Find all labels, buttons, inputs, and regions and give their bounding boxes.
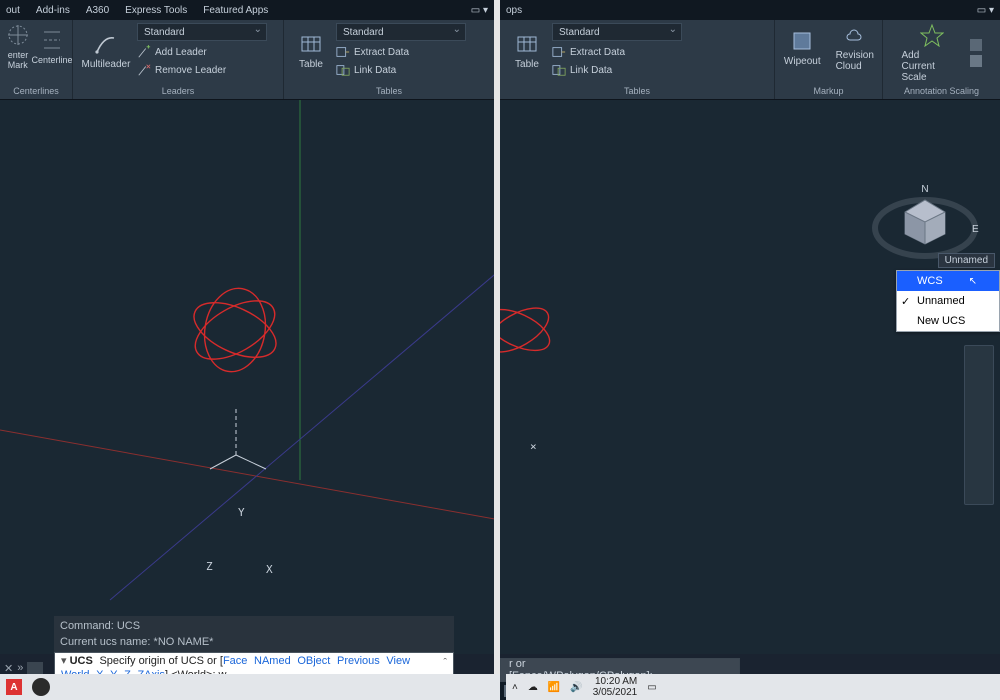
ribbon-tabstrip-left: out Add-ins A360 Express Tools Featured … [0,0,494,20]
ucs-menu: Unnamed WCS ↖ ✓ Unnamed New UCS [896,270,1000,332]
axis-y-label: Y [238,506,245,519]
navigation-bar[interactable] [964,345,994,505]
table-button-left[interactable]: Table [290,32,332,70]
cursor-icon: ↖ [969,276,977,287]
ribbon-left: enterMark Centerline Centerlines Multile… [0,20,494,100]
link-data-button-left[interactable]: Link Data [336,62,466,78]
drawing-canvas-left[interactable]: X Y Z [0,100,494,654]
centerline-button[interactable]: Centerline [34,28,70,65]
tray-up-icon[interactable]: ˄ [512,682,518,693]
command-history: Command: UCS Current ucs name: *NO NAME* [54,616,454,652]
axis-x-label: X [266,563,273,576]
ucs-menu-newucs[interactable]: New UCS [897,311,999,331]
panel-tables-title-right: Tables [506,84,768,99]
panel-annotation-scaling-title: Annotation Scaling [889,84,994,99]
leader-style-dropdown[interactable]: Standard [137,23,267,41]
clock-time[interactable]: 10:20 AM [595,676,637,687]
extract-data-button-right[interactable]: Extract Data [552,44,682,60]
panel-tables-title-left: Tables [290,84,488,99]
tab-a360[interactable]: A360 [86,5,109,16]
ucs-menu-wcs[interactable]: WCS ↖ [897,271,999,291]
ucs-menu-unnamed[interactable]: ✓ Unnamed [897,291,999,311]
clock-date: 3/05/2021 [593,687,638,698]
tab-addins[interactable]: Add-ins [36,5,70,16]
autocad-app-icon[interactable]: A [6,679,22,695]
extract-data-button-left[interactable]: Extract Data [336,44,466,60]
obs-app-icon[interactable] [32,678,50,696]
table-button-right[interactable]: Table [506,32,548,70]
ribbon-right: Table Standard Extract Data Link Data [500,20,1000,100]
tray-volume-icon[interactable]: 🔊 [570,682,582,693]
tab-featured[interactable]: Featured Apps [203,5,268,16]
svg-text:E: E [972,224,979,235]
remove-leader-button[interactable]: Remove Leader [137,62,267,78]
revision-cloud-button[interactable]: Revision Cloud [834,23,877,72]
add-leader-button[interactable]: Add Leader [137,44,267,60]
tab-express[interactable]: Express Tools [125,5,187,16]
table-style-dropdown-left[interactable]: Standard [336,23,466,41]
center-mark-button[interactable]: enterMark [6,23,30,70]
tray-network-icon[interactable]: 📶 [548,682,560,693]
tab-out[interactable]: out [6,5,20,16]
windows-taskbar-right: ˄ ☁ 📶 🔊 10:20 AM 3/05/2021 ▭ [506,674,1000,700]
add-current-scale-button[interactable]: Add Current Scale [902,23,962,83]
tab-panel-collapse-icon[interactable]: ▭ ▾ [471,5,488,16]
ribbon-tabstrip-right: ops ▭ ▾ [500,0,1000,20]
ucs-menu-tag[interactable]: Unnamed [938,253,995,268]
scale-sync-icon[interactable] [970,55,982,67]
check-icon: ✓ [901,295,910,308]
link-data-button-right[interactable]: Link Data [552,62,682,78]
notification-icon[interactable]: ▭ [647,682,656,693]
table-style-dropdown-right[interactable]: Standard [552,23,682,41]
multileader-button[interactable]: Multileader [79,32,133,70]
tab-ops[interactable]: ops [506,5,522,16]
panel-leaders-title: Leaders [79,84,277,99]
wipeout-button[interactable]: Wipeout [781,29,824,67]
right-pane: ops ▭ ▾ Table Standard [500,0,1000,700]
left-pane: out Add-ins A360 Express Tools Featured … [0,0,500,700]
tab-panel-collapse-icon-right[interactable]: ▭ ▾ [977,5,994,16]
axis-x-label-right: × [530,440,537,453]
windows-taskbar-left: A [0,674,500,700]
tray-cloud-icon[interactable]: ☁ [528,682,538,693]
panel-centerlines-title: Centerlines [6,84,66,99]
panel-markup-title: Markup [781,84,876,99]
axis-z-label: Z [206,560,213,573]
scale-list-icon[interactable] [970,39,982,51]
svg-text:N: N [921,184,928,195]
